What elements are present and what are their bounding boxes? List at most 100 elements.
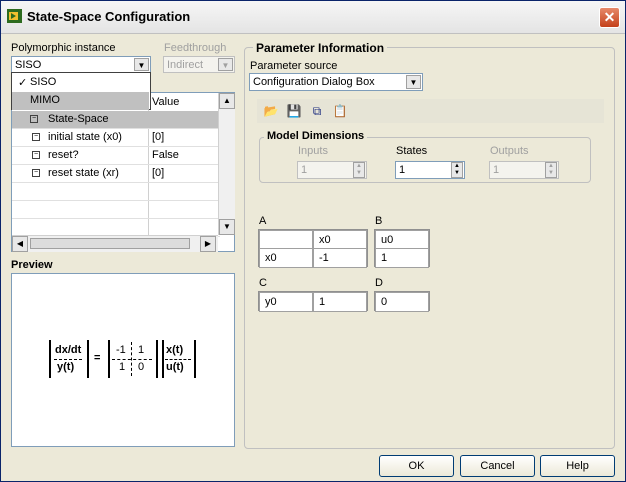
matrix-b-label: B <box>375 215 383 227</box>
tree-row-value: [0] <box>152 131 165 143</box>
horizontal-scrollbar[interactable]: ◀ ▶ <box>12 235 218 252</box>
matrix-a-label: A <box>259 215 267 227</box>
tree-row[interactable]: − reset state (xr) [0] <box>12 165 220 183</box>
title-bar: State-Space Configuration ✕ <box>1 1 625 34</box>
dialog-window: State-Space Configuration ✕ Polymorphic … <box>0 0 626 482</box>
toolbar: 📂 💾 ⧉ 📋 <box>257 99 604 123</box>
lhs-divider <box>54 359 82 360</box>
outputs-label: Outputs <box>490 145 529 157</box>
dropdown-item-siso[interactable]: ✓ SISO <box>12 74 149 92</box>
preview-label: Preview <box>11 259 53 271</box>
matrix-c-label: C <box>259 277 267 289</box>
polymorphic-dropdown-list[interactable]: ✓ SISO MIMO <box>11 72 151 110</box>
tree-row-empty <box>12 183 220 201</box>
tree-row-name: reset state (xr) <box>48 167 119 179</box>
matrix-a-corner <box>259 230 313 250</box>
polymorphic-instance-label: Polymorphic instance <box>11 42 116 54</box>
scroll-left-icon[interactable]: ◀ <box>12 236 28 252</box>
polymorphic-instance-value: SISO <box>15 59 42 71</box>
feedthrough-value: Indirect <box>167 59 204 71</box>
leaf-icon: − <box>32 133 40 141</box>
tree-row-name: State-Space <box>48 113 109 125</box>
tree-row-empty <box>12 201 220 219</box>
inputs-label: Inputs <box>298 145 328 157</box>
scroll-right-icon[interactable]: ▶ <box>200 236 216 252</box>
scroll-up-icon[interactable]: ▲ <box>219 93 235 109</box>
app-icon <box>7 9 22 23</box>
matrix-C: 1 <box>119 361 126 373</box>
dropdown-item-label: SISO <box>30 76 57 88</box>
tree-row-value: False <box>152 149 179 161</box>
states-label: States <box>396 145 428 157</box>
parameter-source-label: Parameter source <box>250 60 338 72</box>
close-icon: ✕ <box>603 9 616 25</box>
spinner-icon[interactable]: ▲ ▼ <box>545 162 557 178</box>
chevron-down-icon[interactable]: ▼ <box>218 58 233 71</box>
matrix-b-cell[interactable]: 1 <box>375 248 429 268</box>
chevron-down-icon[interactable]: ▼ <box>134 58 149 71</box>
help-button[interactable]: Help <box>540 455 615 477</box>
matrix-a-cell[interactable]: -1 <box>313 248 367 268</box>
parameter-source-value: Configuration Dialog Box <box>253 76 375 88</box>
parameter-information-title: Parameter Information <box>253 41 388 55</box>
preview-panel: dx/dt y(t) = -1 1 1 0 x(t) u(t) <box>11 273 235 447</box>
matrix-a-col-header[interactable]: x0 <box>313 230 367 250</box>
outputs-field[interactable]: 1 ▲ ▼ <box>489 161 559 179</box>
leaf-icon: − <box>32 151 40 159</box>
window-title: State-Space Configuration <box>27 9 191 24</box>
lhs-bottom: y(t) <box>57 361 75 373</box>
matrix-b-col-header[interactable]: u0 <box>375 230 429 250</box>
matrix-d-label: D <box>375 277 383 289</box>
scroll-down-icon[interactable]: ▼ <box>219 219 235 235</box>
save-icon[interactable]: 💾 <box>286 103 302 119</box>
rhs-top: x(t) <box>166 344 184 356</box>
lhs-top: dx/dt <box>55 344 82 356</box>
inputs-field[interactable]: 1 ▲ ▼ <box>297 161 367 179</box>
parameter-tree[interactable]: Value − State-Space − initial state (x0)… <box>11 92 235 252</box>
spinner-icon[interactable]: ▲ ▼ <box>353 162 365 178</box>
tree-row-selected[interactable]: − State-Space <box>12 111 220 129</box>
spinner-icon[interactable]: ▲ ▼ <box>451 162 463 178</box>
parameter-source-select[interactable]: Configuration Dialog Box ▼ <box>249 73 423 91</box>
rhs-divider <box>165 359 191 360</box>
ok-button[interactable]: OK <box>379 455 454 477</box>
matrix-a-table: x0 x0 -1 <box>258 229 368 268</box>
close-button[interactable]: ✕ <box>599 7 620 28</box>
polymorphic-instance-select[interactable]: SISO ▼ <box>11 56 151 73</box>
tree-row-name: initial state (x0) <box>48 131 122 143</box>
tree-row-name: reset? <box>48 149 79 161</box>
paste-icon[interactable]: 📋 <box>332 103 348 119</box>
dropdown-item-label: MIMO <box>30 94 60 106</box>
states-value: 1 <box>399 164 406 176</box>
collapse-icon[interactable]: − <box>30 115 38 123</box>
matrix-c-cell[interactable]: 1 <box>313 292 367 312</box>
outputs-value: 1 <box>493 164 500 176</box>
equals-sign: = <box>94 352 101 364</box>
matrix-c-row-header[interactable]: y0 <box>259 292 313 312</box>
rhs-bottom: u(t) <box>166 361 184 373</box>
tree-header-value: Value <box>152 96 180 108</box>
feedthrough-label: Feedthrough <box>164 42 227 54</box>
vertical-scrollbar[interactable]: ▲ ▼ <box>218 93 235 235</box>
matrix-D: 0 <box>138 361 145 373</box>
tree-row-value: [0] <box>152 167 165 179</box>
matrix-d-cell[interactable]: 0 <box>375 292 429 312</box>
dropdown-item-mimo[interactable]: MIMO <box>12 92 149 110</box>
states-field[interactable]: 1 ▲ ▼ <box>395 161 465 179</box>
matrix-A: -1 <box>116 344 126 356</box>
horizontal-scroll-thumb[interactable] <box>30 238 190 249</box>
cancel-button[interactable]: Cancel <box>460 455 535 477</box>
matrix-b-table: u0 1 <box>374 229 430 268</box>
model-dimensions-title: Model Dimensions <box>264 130 368 142</box>
tree-row[interactable]: − initial state (x0) [0] <box>12 129 220 147</box>
open-folder-icon[interactable]: 📂 <box>263 103 279 119</box>
matrix-a-row-header[interactable]: x0 <box>259 248 313 268</box>
matrix-hdivider <box>112 359 152 360</box>
copy-icon[interactable]: ⧉ <box>309 103 325 119</box>
tree-row[interactable]: − reset? False <box>12 147 220 165</box>
inputs-value: 1 <box>301 164 308 176</box>
feedthrough-select[interactable]: Indirect ▼ <box>163 56 235 73</box>
chevron-down-icon[interactable]: ▼ <box>406 75 421 89</box>
matrix-d-table: 0 <box>374 291 430 312</box>
check-icon: ✓ <box>18 77 28 89</box>
